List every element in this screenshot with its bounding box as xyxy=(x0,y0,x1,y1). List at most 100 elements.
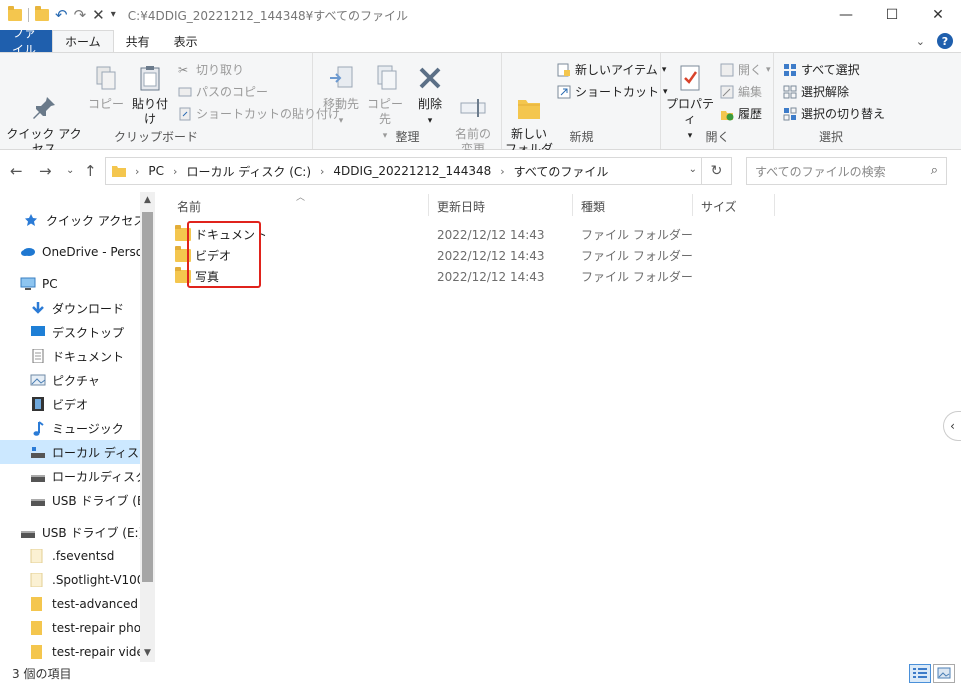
column-divider[interactable] xyxy=(572,194,573,216)
minimize-button[interactable]: — xyxy=(823,0,869,30)
scissors-icon: ✂ xyxy=(178,62,189,77)
nav-pane-scrollbar[interactable]: ▲ ▼ xyxy=(140,192,155,662)
delete-button[interactable]: 削除 ▾ xyxy=(412,63,448,129)
drive-icon xyxy=(30,469,46,483)
open-button[interactable]: 開く ▾ xyxy=(720,61,771,78)
tab-home[interactable]: ホーム xyxy=(52,30,114,52)
folder-icon xyxy=(30,548,46,564)
nav-folder-spotlight[interactable]: .Spotlight-V100 xyxy=(0,568,140,592)
search-input[interactable]: すべてのファイルの検索 ⌕ xyxy=(746,157,947,185)
column-divider[interactable] xyxy=(774,194,775,216)
redo-icon[interactable]: ↷ xyxy=(74,7,87,23)
close-button[interactable]: ✕ xyxy=(915,0,961,30)
move-to-button[interactable]: 移動先 ▾ xyxy=(318,63,364,129)
forward-arrow-icon[interactable]: → xyxy=(39,162,52,180)
navigation-pane: クイック アクセス OneDrive - Personal PC ダウンロード … xyxy=(0,192,155,662)
breadcrumb-separator[interactable]: › xyxy=(497,165,507,178)
item-count: 3 個の項目 xyxy=(12,667,72,681)
download-icon xyxy=(30,301,46,315)
open-group-label: 開く xyxy=(705,130,730,144)
customize-toolbar-icon[interactable]: ▾ xyxy=(111,10,116,20)
delete-icon[interactable]: ✕ xyxy=(92,7,105,23)
file-type: ファイル フォルダー xyxy=(581,249,693,263)
new-folder-icon[interactable] xyxy=(35,6,49,21)
nav-pictures[interactable]: ピクチャ xyxy=(0,368,140,392)
select-none-button[interactable]: 選択解除 xyxy=(783,83,849,100)
maximize-button[interactable]: ☐ xyxy=(869,0,915,30)
nav-desktop[interactable]: デスクトップ xyxy=(0,320,140,344)
large-icons-view-icon[interactable] xyxy=(933,664,955,683)
edit-button[interactable]: 編集 xyxy=(720,83,762,100)
search-icon[interactable]: ⌕ xyxy=(931,163,938,178)
copy-to-icon xyxy=(370,63,400,93)
new-group: 新しい フォルダー 新しいアイテム▾ ショートカット▾ 新規 xyxy=(503,53,668,171)
nav-folder-test-video[interactable]: test-repair video xyxy=(0,640,140,662)
cut-button[interactable]: ✂ 切り取り xyxy=(178,61,244,78)
address-bar[interactable]: › PC › ローカル ディスク (C:) › 4DDIG_20221212_1… xyxy=(105,157,732,185)
view-toggle xyxy=(909,664,955,683)
column-header-size[interactable]: サイズ xyxy=(701,198,737,215)
breadcrumb-separator[interactable]: › xyxy=(132,165,142,178)
shortcut-icon xyxy=(557,85,571,99)
breadcrumb-all-files[interactable]: すべてのファイル xyxy=(508,163,615,180)
open-group: プロパティ ▾ 開く ▾ 編集 履歴 開く xyxy=(662,53,774,149)
nav-pc[interactable]: PC xyxy=(0,272,140,296)
undo-icon[interactable]: ↶ xyxy=(55,7,68,23)
invert-selection-icon xyxy=(783,107,797,121)
nav-videos[interactable]: ビデオ xyxy=(0,392,140,416)
column-header-date[interactable]: 更新日時 xyxy=(437,198,485,215)
copy-icon xyxy=(91,63,121,93)
nav-quick-access[interactable]: クイック アクセス xyxy=(0,208,140,232)
collapse-ribbon-icon[interactable]: ⌄ xyxy=(916,35,925,48)
up-arrow-icon[interactable]: ↑ xyxy=(84,162,97,180)
paste-icon xyxy=(135,63,165,93)
usb-drive-icon xyxy=(20,525,36,539)
tab-view[interactable]: 表示 xyxy=(162,30,210,52)
ribbon-tabs: ファイル ホーム 共有 表示 ⌄ ? xyxy=(0,26,961,57)
new-item-button[interactable]: 新しいアイテム ▾ xyxy=(557,61,666,78)
history-button[interactable]: 履歴 xyxy=(720,105,762,122)
address-dropdown-icon[interactable]: ⌄ xyxy=(689,164,697,175)
picture-icon xyxy=(30,373,46,387)
nav-folder-fseventsd[interactable]: .fseventsd xyxy=(0,544,140,568)
breadcrumb-local-disk[interactable]: ローカル ディスク (C:) xyxy=(180,163,317,180)
folder-icon xyxy=(8,6,22,21)
column-header-type[interactable]: 種類 xyxy=(581,198,605,215)
refresh-icon[interactable]: ↻ xyxy=(701,158,731,184)
column-divider[interactable] xyxy=(692,194,693,216)
details-view-icon[interactable] xyxy=(909,664,931,683)
breadcrumb-pc[interactable]: PC xyxy=(142,164,170,178)
copy-path-button[interactable]: パスのコピー xyxy=(178,83,268,100)
invert-selection-button[interactable]: 選択の切り替え xyxy=(783,105,885,122)
nav-usb-drive-e-root[interactable]: USB ドライブ (E:) xyxy=(0,520,140,544)
copy-button[interactable]: コピー xyxy=(88,63,124,112)
nav-local-disk-d[interactable]: ローカルディスク (D:) xyxy=(0,464,140,488)
shortcut-button[interactable]: ショートカット ▾ xyxy=(557,83,668,100)
paste-button[interactable]: 貼り付け xyxy=(127,63,173,127)
nav-music[interactable]: ミュージック xyxy=(0,416,140,440)
music-icon xyxy=(30,421,46,436)
quick-access-toolbar: ↶ ↷ ✕ ▾ xyxy=(0,6,116,23)
nav-usb-drive-e[interactable]: USB ドライブ (E:) xyxy=(0,488,140,512)
tab-file[interactable]: ファイル xyxy=(0,26,52,57)
breadcrumb-separator[interactable]: › xyxy=(170,165,180,178)
nav-local-disk-c[interactable]: ローカル ディスク (C:) xyxy=(0,440,140,464)
column-header-name[interactable]: 名前 xyxy=(177,198,201,215)
nav-folder-test-advanced[interactable]: test-advanced repair xyxy=(0,592,140,616)
select-all-button[interactable]: すべて選択 xyxy=(783,61,860,78)
scroll-down-icon[interactable]: ▼ xyxy=(140,648,155,658)
new-folder-icon xyxy=(514,78,544,119)
back-arrow-icon[interactable]: ← xyxy=(10,162,23,180)
column-divider[interactable] xyxy=(428,194,429,216)
nav-documents[interactable]: ドキュメント xyxy=(0,344,140,368)
recent-locations-icon[interactable]: ⌄ xyxy=(66,165,74,176)
nav-downloads[interactable]: ダウンロード xyxy=(0,296,140,320)
scroll-up-icon[interactable]: ▲ xyxy=(140,195,155,205)
nav-onedrive[interactable]: OneDrive - Personal xyxy=(0,240,140,264)
scrollbar-thumb[interactable] xyxy=(142,212,153,582)
help-icon[interactable]: ? xyxy=(937,33,953,49)
tab-share[interactable]: 共有 xyxy=(114,30,162,52)
breadcrumb-4ddig[interactable]: 4DDIG_20221212_144348 xyxy=(327,164,497,178)
nav-folder-test-photo[interactable]: test-repair photo xyxy=(0,616,140,640)
breadcrumb-separator[interactable]: › xyxy=(317,165,327,178)
